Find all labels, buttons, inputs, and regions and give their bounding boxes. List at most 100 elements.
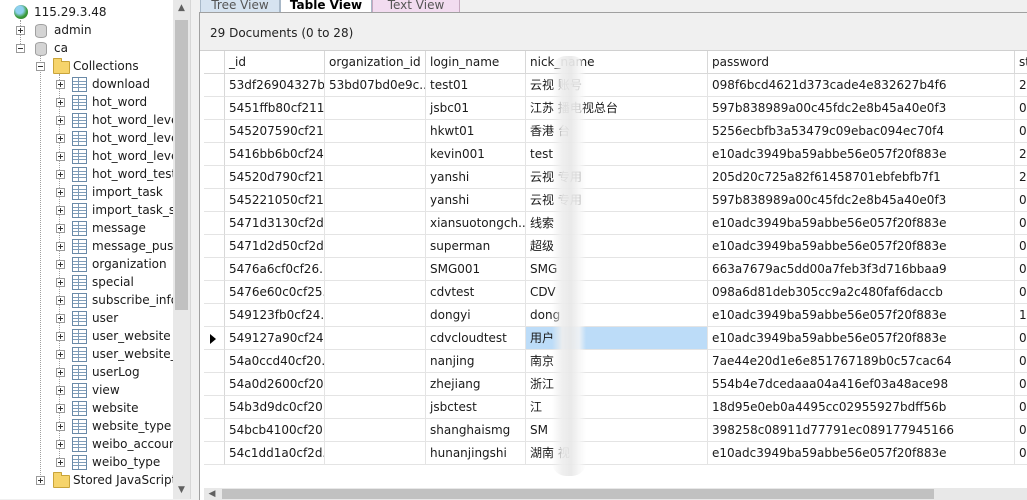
table-cell[interactable]: e10adc3949ba59abbe56e057f20f883e [708,212,1015,235]
row-header[interactable] [204,235,225,258]
table-cell[interactable]: 54c1dd1a0cf2d... [225,442,325,465]
expand-icon[interactable] [56,296,65,305]
table-horizontal-scrollbar[interactable]: ◀ [204,488,1027,500]
tree-collection-item[interactable]: message [0,219,172,237]
tab-table-view[interactable]: Table View [280,0,372,12]
table-cell[interactable] [325,304,426,327]
table-cell[interactable]: hunanjingshi [426,442,526,465]
column-header[interactable]: _id [225,51,325,74]
table-cell[interactable]: SMG001 [426,258,526,281]
table-cell[interactable] [325,166,426,189]
table-cell[interactable] [325,396,426,419]
collapse-icon[interactable] [16,44,25,53]
table-cell[interactable]: 0 [1015,212,1027,235]
collapse-icon[interactable] [36,62,45,71]
table-cell[interactable]: 0 [1015,281,1027,304]
expand-icon[interactable] [56,404,65,413]
tree-collection-item[interactable]: hot_word [0,93,172,111]
tree-collection-item[interactable]: user_website_ty [0,345,188,363]
table-cell[interactable]: test01 [426,74,526,97]
table-cell[interactable]: e10adc3949ba59abbe56e057f20f883e [708,327,1015,350]
expand-icon[interactable] [56,98,65,107]
expand-icon[interactable] [16,26,25,35]
table-cell[interactable]: yanshi [426,166,526,189]
expand-icon[interactable] [56,440,65,449]
table-cell[interactable]: 0 [1015,258,1027,281]
expand-icon[interactable] [56,80,65,89]
column-header[interactable]: login_name [426,51,526,74]
row-header[interactable] [204,327,225,350]
row-header[interactable] [204,143,225,166]
tree-collection-item[interactable]: user_website [0,327,172,345]
row-header[interactable] [204,304,225,327]
scroll-thumb[interactable] [175,20,188,310]
expand-icon[interactable] [56,170,65,179]
table-cell[interactable]: 5451ffb80cf211... [225,97,325,120]
row-header[interactable] [204,396,225,419]
table-cell[interactable]: 0 [1015,327,1027,350]
tree-collection-item[interactable]: special [0,273,172,291]
table-cell[interactable]: jsbctest [426,396,526,419]
scroll-thumb[interactable] [222,489,934,499]
tree-collection-item[interactable]: website [0,399,172,417]
table-cell[interactable] [325,373,426,396]
table-cell[interactable] [325,327,426,350]
row-header[interactable] [204,120,225,143]
table-cell[interactable]: 5416bb6b0cf24... [225,143,325,166]
table-cell[interactable]: 098f6bcd4621d373cade4e832627b4f6 [708,74,1015,97]
expand-icon[interactable] [56,314,65,323]
tree-collection-item[interactable]: hot_word_test [0,165,176,183]
table-cell[interactable] [325,442,426,465]
scroll-up-icon[interactable]: ▲ [173,0,190,17]
table-cell[interactable]: 545207590cf21... [225,120,325,143]
table-cell[interactable]: e10adc3949ba59abbe56e057f20f883e [708,442,1015,465]
tree-collection-item[interactable]: weibo_account [0,435,181,453]
row-header[interactable] [204,189,225,212]
row-header[interactable] [204,281,225,304]
table-cell[interactable]: jsbc01 [426,97,526,120]
table-cell[interactable]: 0 [1015,396,1027,419]
table-cell[interactable]: e10adc3949ba59abbe56e057f20f883e [708,143,1015,166]
tree-collection-item[interactable]: import_task [0,183,172,201]
table-cell[interactable]: 0 [1015,97,1027,120]
tree-collection-item[interactable]: user [0,309,172,327]
table-cell[interactable] [325,97,426,120]
tree-collection-item[interactable]: subscribe_info [0,291,178,309]
table-cell[interactable]: 0 [1015,120,1027,143]
table-cell[interactable]: cdvcloudtest [426,327,526,350]
row-header[interactable] [204,373,225,396]
table-cell[interactable]: 1 [1015,304,1027,327]
tree-collection-item[interactable]: import_task_seg [0,201,190,219]
table-cell[interactable]: 54520d790cf21... [225,166,325,189]
scroll-down-icon[interactable]: ▼ [173,482,190,499]
table-cell[interactable]: e10adc3949ba59abbe56e057f20f883e [708,304,1015,327]
table-cell[interactable]: 549127a90cf24... [225,327,325,350]
tree-collection-item[interactable]: view [0,381,172,399]
row-header[interactable] [204,166,225,189]
row-header[interactable] [204,97,225,120]
tree-db-admin[interactable]: admin [0,21,172,39]
table-cell[interactable]: 098a6d81deb305cc9a2c480faf6daccb [708,281,1015,304]
table-cell[interactable]: kevin001 [426,143,526,166]
row-header[interactable] [204,258,225,281]
table-cell[interactable]: 2 [1015,166,1027,189]
expand-icon[interactable] [56,224,65,233]
table-cell[interactable] [325,212,426,235]
table-cell[interactable]: 5256ecbfb3a53479c09ebac094ec70f4 [708,120,1015,143]
table-cell[interactable]: nanjing [426,350,526,373]
table-cell[interactable]: zhejiang [426,373,526,396]
table-cell[interactable]: 2 [1015,143,1027,166]
table-cell[interactable]: 398258c08911d77791ec089177945166 [708,419,1015,442]
table-cell[interactable]: 5471d2d50cf2d... [225,235,325,258]
table-cell[interactable]: 18d95e0eb0a4495cc02955927bdff56b [708,396,1015,419]
expand-icon[interactable] [36,476,45,485]
scroll-left-icon[interactable]: ◀ [204,488,220,500]
table-cell[interactable] [325,120,426,143]
table-cell[interactable]: 0 [1015,350,1027,373]
tree-collection-item[interactable]: hot_word_level2 [0,147,189,165]
row-header[interactable] [204,419,225,442]
expand-icon[interactable] [56,152,65,161]
table-cell[interactable]: shanghaismg [426,419,526,442]
table-cell[interactable]: dongyi [426,304,526,327]
expand-icon[interactable] [56,206,65,215]
